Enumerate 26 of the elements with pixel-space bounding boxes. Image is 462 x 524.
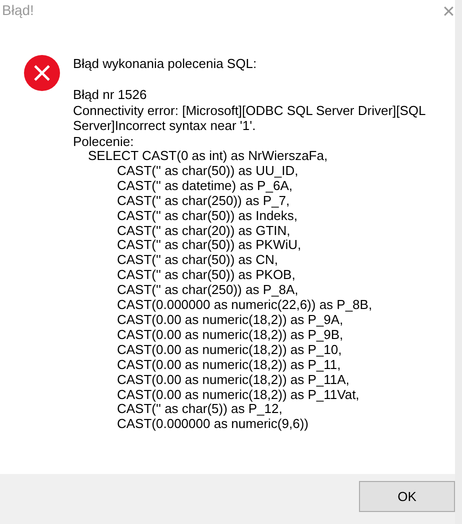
sql-line: CAST(0.00 as numeric(18,2)) as P_11Vat, [117,388,360,402]
sql-line: CAST(0.00 as numeric(18,2)) as P_10, [117,342,343,358]
sql-line: CAST(0.00 as numeric(18,2)) as P_11A, [117,372,350,388]
sql-line: CAST('' as char(50)) as PKWiU, [117,238,302,254]
sql-line: CAST(0.000000 as numeric(22,6)) as P_8B, [117,298,374,313]
sql-line: CAST('' as datetime) as P_6A, [117,178,292,194]
sql-line: CAST('' as char(50)) as Indeks, [117,208,299,224]
error-icon [24,55,60,91]
sql-line: SELECT CAST(0 as int) as NrWierszaFa, [88,149,329,164]
error-details: Connectivity error: [Microsoft][ODBC SQL Server Driver][SQL Server]Incorrect syntax near '1'. [73,102,426,134]
sql-line: CAST(0.00 as numeric(18,2)) as P_9B, [117,328,344,343]
error-number: Błąd nr 1526 [73,87,148,102]
sql-line: CAST('' as char(20)) as GTIN, [117,224,292,238]
window-title: Błąd! [2,2,34,18]
sql-line: CAST('' as char(5)) as P_12, [117,402,282,418]
sql-line: CAST('' as char(50)) as CN, [117,253,279,268]
sql-line: CAST('' as char(50)) as PKOB, [117,268,296,284]
command-label: Polecenie: [73,134,135,149]
sql-line: CAST(0.00 as numeric(18,2)) as P_9A, [117,312,344,328]
error-heading: Błąd wykonania polecenia SQL: [73,56,258,72]
sql-line: CAST('' as char(50)) as UU_ID, [117,164,300,179]
sql-line: CAST(0.00 as numeric(18,2)) as P_11, [117,358,342,373]
sql-line: CAST('' as char(250)) as P_8A, [117,283,300,298]
sql-line: CAST(0.000000 as numeric(9,6)) [117,417,310,432]
ok-button[interactable]: OK [359,480,455,512]
sql-line: CAST('' as char(250)) as P_7, [117,194,290,209]
